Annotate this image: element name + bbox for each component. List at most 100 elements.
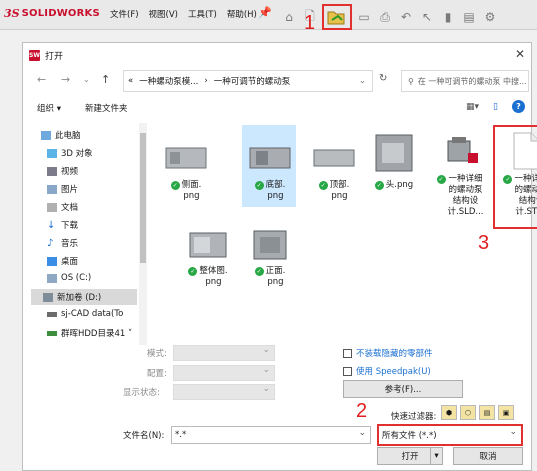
- options-gear-icon[interactable]: ⚙: [481, 7, 499, 27]
- sldasm-thumbnail: [436, 131, 484, 171]
- sync-check-icon: ✓: [318, 181, 328, 190]
- open-dropdown-icon[interactable]: ▾: [430, 448, 442, 464]
- open-file-button[interactable]: [322, 4, 352, 30]
- pc-icon: [41, 130, 51, 140]
- menu-help[interactable]: 帮助(H): [227, 8, 257, 20]
- file-type-select[interactable]: 所有文件 (*.*): [377, 424, 523, 446]
- sidebar-item-label: 视频: [61, 167, 79, 177]
- breadcrumb-folder-2[interactable]: 一种可调节的螺动泵: [214, 75, 291, 87]
- open-folder-icon: [327, 11, 345, 25]
- select-icon[interactable]: ↖: [418, 7, 436, 27]
- speedpak-checkbox[interactable]: 使用 Speedpak(U): [343, 365, 431, 377]
- drive-icon: [47, 273, 57, 283]
- sidebar-item-music[interactable]: ♪ 音乐: [47, 237, 79, 250]
- mode-select[interactable]: [173, 345, 275, 361]
- address-dropdown-icon[interactable]: ⌄: [359, 76, 366, 86]
- address-bar[interactable]: « 一种螺动泵模... › 一种可调节的螺动泵 ⌄: [123, 70, 373, 92]
- desktop-icon: [47, 256, 57, 266]
- document-icon: [47, 202, 57, 212]
- main-menu: 文件(F) 视图(V) 工具(T) 帮助(H): [110, 8, 257, 20]
- file-item[interactable]: ✓ 底部. png: [243, 137, 297, 202]
- back-arrow-icon[interactable]: ←: [37, 73, 46, 86]
- organize-button[interactable]: 组织 ▾: [37, 102, 61, 114]
- help-icon[interactable]: ?: [512, 100, 525, 113]
- file-name: 正面. png: [265, 266, 286, 287]
- filter-top-assembly-icon[interactable]: ▣: [498, 405, 514, 420]
- open-button[interactable]: 打开 ▾: [377, 447, 443, 465]
- solidworks-logo: 3S SOLIDWORKS: [4, 7, 100, 20]
- menu-view[interactable]: 视图(V): [149, 8, 178, 20]
- filter-drawing-icon[interactable]: ▤: [479, 405, 495, 420]
- sidebar-item-label: 群晖HDD目录41 ˅: [61, 329, 133, 339]
- close-icon[interactable]: ✕: [515, 47, 525, 61]
- sidebar-item-this-pc[interactable]: 此电脑: [41, 129, 81, 141]
- search-input[interactable]: ⚲ 在 一种可调节的螺动泵 中搜...: [401, 70, 529, 92]
- sync-check-icon: ✓: [436, 175, 446, 184]
- config-select[interactable]: [173, 365, 275, 381]
- sidebar-item-label: sj-CAD data(To: [61, 309, 124, 319]
- sidebar-item-drive-d[interactable]: 新加卷 (D:): [31, 289, 137, 305]
- filter-assembly-icon[interactable]: ⬡: [460, 405, 476, 420]
- sidebar-item-label: 音乐: [61, 239, 79, 249]
- file-item[interactable]: ✓ 一种详细 的螺动泵 结构设 计.SLD...: [433, 131, 487, 218]
- sidebar-item-videos[interactable]: 视频: [47, 165, 78, 177]
- annotation-number-1: 1: [304, 12, 316, 34]
- menu-tools[interactable]: 工具(T): [188, 8, 217, 20]
- new-folder-button[interactable]: 新建文件夹: [85, 102, 128, 114]
- filename-label: 文件名(N):: [123, 431, 165, 441]
- recent-dropdown-icon[interactable]: ⌄: [83, 75, 90, 84]
- sidebar-item-downloads[interactable]: ↓ 下载: [47, 219, 78, 232]
- annotation-number-3: 3: [478, 232, 490, 254]
- file-item[interactable]: ✓ 正面. png: [243, 227, 297, 288]
- sidebar-item-desktop[interactable]: 桌面: [47, 255, 78, 267]
- filename-input[interactable]: *.*: [171, 426, 371, 444]
- file-name: 头.png: [385, 180, 414, 190]
- references-button[interactable]: 参考(F)...: [343, 380, 463, 398]
- sidebar-item-documents[interactable]: 文档: [47, 201, 78, 213]
- sidebar-scrollbar[interactable]: [139, 123, 147, 345]
- preview-pane-icon[interactable]: ▯: [493, 102, 498, 112]
- file-item[interactable]: ✓一种详细 的螺动泵 结构设 计.STEP: [499, 131, 537, 218]
- undo-icon[interactable]: ↶: [397, 7, 415, 27]
- display-state-select[interactable]: [173, 384, 275, 400]
- open-file-dialog: SW 打开 ✕ ← → ⌄ ↑ « 一种螺动泵模... › 一种可调节的螺动泵 …: [22, 42, 537, 471]
- navigation-pane: 此电脑 3D 对象 视频 图片 文档 ↓ 下载 ♪ 音乐 桌面 OS (C:) …: [23, 123, 141, 345]
- filter-part-icon[interactable]: ⬢: [441, 405, 457, 420]
- file-item[interactable]: ✓ 侧面. png: [159, 137, 213, 202]
- scrollbar-thumb[interactable]: [140, 133, 146, 263]
- menu-file[interactable]: 文件(F): [110, 8, 139, 20]
- sidebar-item-drive-c[interactable]: OS (C:): [47, 273, 91, 283]
- forward-arrow-icon[interactable]: →: [61, 73, 70, 86]
- breadcrumb-folder-1[interactable]: 一种螺动泵模...: [139, 75, 198, 87]
- file-item[interactable]: ✓ 整体图. png: [181, 227, 235, 288]
- change-view-icon[interactable]: ▦▾: [466, 102, 479, 112]
- sidebar-item-sj-cad[interactable]: sj-CAD data(To: [47, 309, 123, 319]
- music-icon: ♪: [47, 237, 54, 249]
- pin-icon[interactable]: 📌: [258, 6, 272, 19]
- checkbox-box[interactable]: [343, 366, 352, 376]
- rebuild-icon[interactable]: ▮: [439, 7, 457, 27]
- home-icon[interactable]: ⌂: [280, 7, 298, 27]
- sidebar-item-pictures[interactable]: 图片: [47, 183, 78, 195]
- file-properties-icon[interactable]: ▤: [460, 7, 478, 27]
- up-arrow-icon[interactable]: ↑: [101, 73, 110, 86]
- file-item[interactable]: ✓ 顶部. png: [307, 137, 361, 202]
- picture-icon: [47, 184, 57, 194]
- save-icon[interactable]: ▭: [355, 7, 373, 27]
- cancel-button[interactable]: 取消: [453, 447, 523, 465]
- breadcrumb-overflow[interactable]: «: [128, 76, 133, 86]
- file-list: ✓ 侧面. png ✓ 底部. png ✓ 顶部. png ✓ 头.png ✓ 一种详细 …: [147, 123, 537, 345]
- solidworks-app-icon: SW: [29, 49, 40, 61]
- view-controls: ▦▾ ▯ ?: [466, 100, 525, 113]
- refresh-icon[interactable]: ↻: [379, 73, 387, 84]
- checkbox-box[interactable]: [343, 348, 352, 358]
- file-item[interactable]: ✓ 头.png: [367, 129, 421, 191]
- sidebar-item-label: 此电脑: [55, 131, 81, 141]
- print-icon[interactable]: ⎙: [376, 7, 394, 27]
- sidebar-item-3d-objects[interactable]: 3D 对象: [47, 147, 93, 159]
- dialog-titlebar: SW 打开 ✕: [23, 43, 531, 67]
- sidebar-item-nas[interactable]: 群晖HDD目录41 ˅: [47, 327, 132, 339]
- navigation-row: ← → ⌄ ↑ « 一种螺动泵模... › 一种可调节的螺动泵 ⌄ ↻ ⚲ 在 …: [23, 67, 531, 95]
- annotation-number-2: 2: [356, 400, 368, 422]
- hidden-components-checkbox[interactable]: 不装载隐藏的零部件: [343, 347, 433, 359]
